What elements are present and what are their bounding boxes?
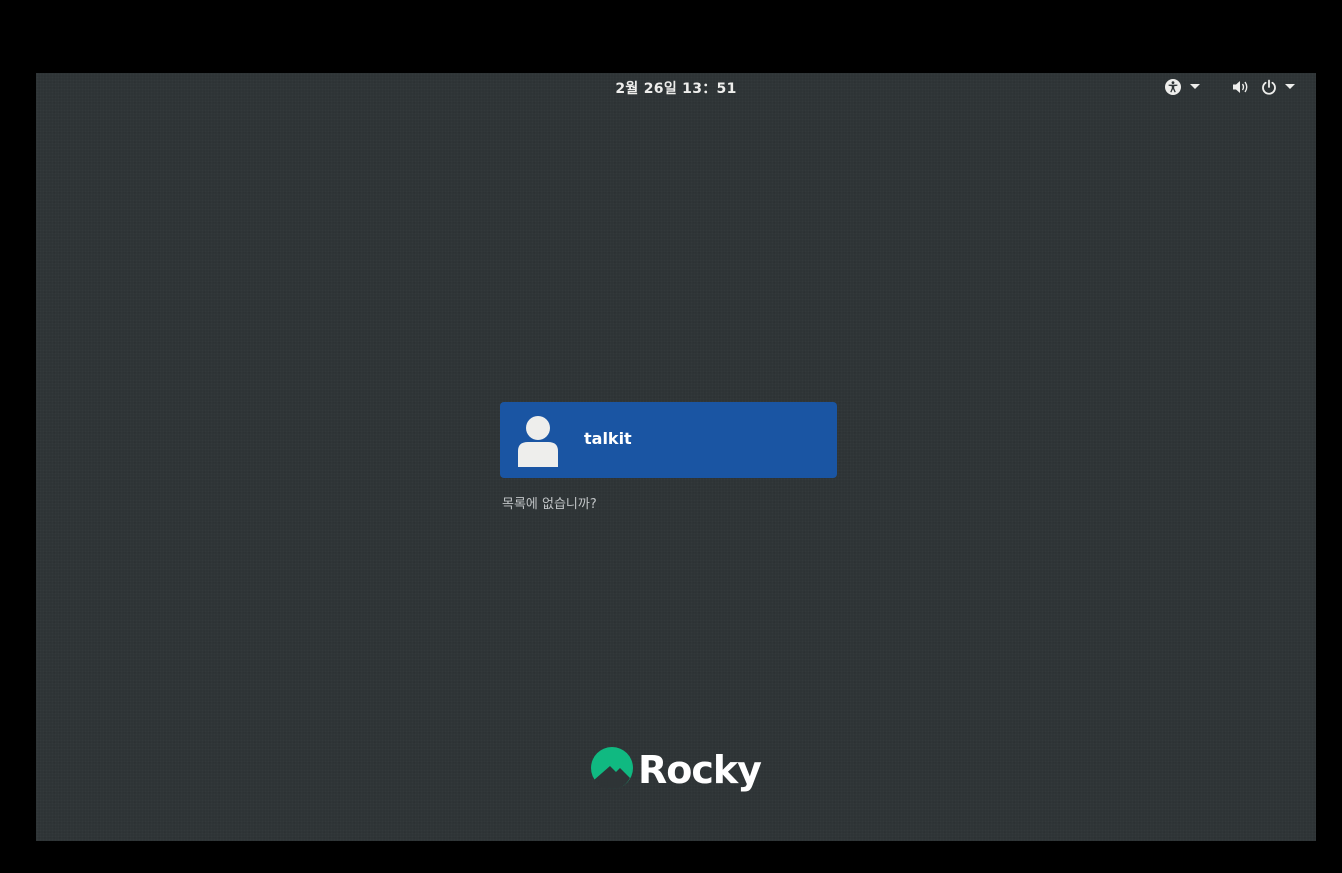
not-listed-link[interactable]: 목록에 없습니까? <box>502 493 597 512</box>
user-item-talkit[interactable]: talkit <box>500 402 837 478</box>
accessibility-icon <box>1164 78 1182 96</box>
login-screen: 2월 26일 13：51 talkit 목록에 없습니까? Rocky <box>36 73 1316 841</box>
user-list: talkit <box>500 402 837 478</box>
rocky-logo-icon <box>590 746 634 794</box>
logo-text: Rocky <box>638 748 762 792</box>
clock[interactable]: 2월 26일 13：51 <box>36 78 1316 98</box>
user-name: talkit <box>584 429 632 448</box>
chevron-down-icon <box>1190 84 1200 90</box>
system-menu[interactable] <box>1232 77 1295 97</box>
user-avatar-icon <box>516 415 560 467</box>
chevron-down-icon <box>1285 84 1295 90</box>
rocky-logo: Rocky <box>590 746 762 794</box>
accessibility-menu[interactable] <box>1164 77 1200 97</box>
top-bar: 2월 26일 13：51 <box>36 73 1316 101</box>
volume-icon <box>1232 79 1250 95</box>
power-icon <box>1261 79 1277 95</box>
